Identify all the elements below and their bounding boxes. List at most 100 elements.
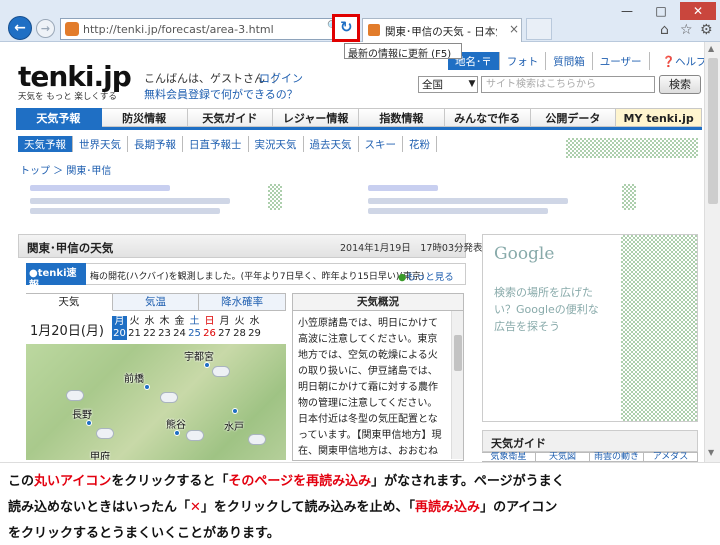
city-label[interactable]: 熊谷 — [166, 416, 186, 431]
subnav-ski[interactable]: スキー — [359, 136, 403, 152]
banner-ad-placeholder[interactable] — [566, 138, 698, 158]
tab-photo[interactable]: フォト — [500, 52, 547, 70]
issued-date: 2014年1月19日 17時03分発表 — [340, 243, 483, 254]
guide-tab[interactable]: アメダス — [644, 452, 698, 462]
free-registration-link[interactable]: 無料会員登録で何ができるの？ — [144, 86, 298, 102]
day-weekday: 水 — [144, 316, 155, 327]
flash-more-link[interactable]: ●もっと見る — [398, 269, 454, 283]
day-number: 23 — [158, 328, 171, 339]
window-close-button[interactable]: ✕ — [680, 2, 716, 20]
tab-qa[interactable]: 質問箱 — [546, 52, 593, 70]
ad-image-placeholder — [621, 235, 697, 421]
subnav-daily-forecaster[interactable]: 日直予報士 — [183, 136, 249, 152]
cloud-icon — [186, 430, 204, 441]
guide-tab[interactable]: 雨雲の動き — [590, 452, 644, 462]
day-column[interactable]: 水 22 — [142, 316, 157, 340]
search-button[interactable]: 検索 — [659, 75, 701, 94]
text-ad-title[interactable] — [368, 185, 438, 191]
weather-map[interactable]: 宇都宮 前橋 長野 熊谷 水戸 甲府 — [26, 344, 286, 460]
city-dot — [144, 384, 150, 390]
subnav-past[interactable]: 過去天気 — [304, 136, 359, 152]
subnav-forecast[interactable]: 天気予報 — [18, 136, 73, 152]
scroll-down-icon[interactable]: ▼ — [708, 448, 714, 457]
day-column[interactable]: 火 28 — [232, 316, 247, 340]
outlook-scrollbar[interactable] — [451, 311, 463, 459]
login-link[interactable]: ログイン — [259, 70, 303, 86]
chevron-down-icon[interactable]: ▼ — [466, 76, 478, 93]
city-label[interactable]: 長野 — [72, 406, 92, 421]
city-dot — [204, 362, 210, 368]
day-column[interactable]: 水 29 — [247, 316, 262, 340]
weather-guide-tabs: 気象衛星 天気図 雨雲の動き アメダス — [482, 452, 698, 462]
subnav-pollen[interactable]: 花粉 — [403, 136, 437, 152]
day-column[interactable]: 金 24 — [172, 316, 187, 340]
text-ad-body — [30, 198, 230, 204]
scrollbar-thumb[interactable] — [708, 58, 718, 204]
nav-open-data[interactable]: 公開データ — [530, 108, 617, 127]
guide-tab[interactable]: 気象衛星 — [482, 452, 536, 462]
flash-news-text[interactable]: 梅の開花(ハクバイ)を観測しました。(平年より7日早く、昨年より15日早い)(東… — [90, 269, 424, 282]
day-number: 20 — [113, 328, 126, 339]
day-number: 21 — [128, 328, 141, 339]
tab-close-icon[interactable]: × — [509, 22, 519, 36]
back-button[interactable]: ← — [8, 16, 32, 40]
refresh-button[interactable]: ↻ — [332, 14, 360, 42]
tab-weather[interactable]: 天気 — [26, 293, 113, 311]
day-column[interactable]: 木 23 — [157, 316, 172, 340]
city-label[interactable]: 前橋 — [124, 370, 144, 385]
nav-my-tenki[interactable]: MY tenki.jp — [616, 108, 702, 127]
favorites-star-icon[interactable]: ☆ — [680, 22, 693, 38]
window-minimize-button[interactable]: — — [612, 2, 642, 20]
weather-guide-header: 天気ガイド — [482, 430, 698, 452]
help-link[interactable]: ❓ヘルプ — [662, 54, 707, 69]
settings-gear-icon[interactable]: ⚙ — [700, 22, 713, 38]
site-logo[interactable]: tenki.jp — [18, 60, 132, 93]
outlook-box: 小笠原諸島では、明日にかけて高波に注意してください。東京地方では、空気の乾燥によ… — [292, 311, 464, 461]
nav-forecast[interactable]: 天気予報 — [16, 108, 102, 127]
tab-temperature[interactable]: 気温 — [112, 293, 200, 311]
nav-community[interactable]: みんなで作る — [444, 108, 531, 127]
page-scrollbar[interactable]: ▲ ▼ — [704, 42, 720, 462]
city-label[interactable]: 水戸 — [224, 418, 244, 433]
browser-toolbar: ← → http://tenki.jp/forecast/area-3.html… — [0, 0, 720, 42]
day-column[interactable]: 月 27 — [217, 316, 232, 340]
caption-line-2: 読み込めないときはいったん「✕」をクリックして読み込みを止め、「再読み込み」のア… — [8, 500, 558, 515]
city-label[interactable]: 甲府 — [90, 448, 110, 460]
nav-leisure[interactable]: レジャー情報 — [273, 108, 359, 127]
help-icon: ❓ — [662, 56, 676, 68]
day-column[interactable]: 日 26 — [202, 316, 217, 340]
scroll-up-icon[interactable]: ▲ — [708, 44, 714, 53]
ad-image-placeholder — [622, 184, 636, 210]
new-tab-button[interactable] — [526, 18, 552, 40]
forward-button[interactable]: → — [36, 19, 55, 38]
day-weekday: 月 — [114, 316, 125, 327]
tab-title: 関東･甲信の天気 - 日本気... — [385, 26, 497, 38]
window-maximize-button[interactable]: □ — [646, 2, 676, 20]
tab-precipitation[interactable]: 降水確率 — [199, 293, 287, 311]
refresh-icon: ↻ — [340, 18, 353, 36]
back-icon: ← — [14, 20, 26, 36]
nav-guide[interactable]: 天気ガイド — [187, 108, 274, 127]
google-ad-text: 検索の場所を広げたい？Googleの便利な広告を探そう — [494, 286, 599, 333]
nav-index[interactable]: 指数情報 — [359, 108, 445, 127]
day-column[interactable]: 土 25 — [187, 316, 202, 340]
site-search-input[interactable]: サイト検索はこちらから — [481, 76, 655, 93]
nav-disaster[interactable]: 防災情報 — [101, 108, 188, 127]
day-weekday: 日 — [204, 316, 215, 327]
home-icon[interactable]: ⌂ — [660, 22, 669, 38]
scrollbar-thumb[interactable] — [454, 335, 462, 371]
breadcrumb[interactable]: トップ ＞ 関東･甲信 — [20, 162, 111, 177]
tab-user[interactable]: ユーザー — [593, 52, 650, 70]
subnav-actual[interactable]: 実況天気 — [249, 136, 304, 152]
subnav-long-range[interactable]: 長期予報 — [128, 136, 183, 152]
subnav-world[interactable]: 世界天気 — [73, 136, 128, 152]
browser-tab[interactable]: 関東･甲信の天気 - 日本気... × — [362, 18, 522, 42]
text-ad-title[interactable] — [30, 185, 170, 191]
day-column[interactable]: 月 20 — [112, 316, 127, 340]
city-label[interactable]: 宇都宮 — [184, 348, 214, 363]
guide-tab[interactable]: 天気図 — [536, 452, 590, 462]
day-number: 25 — [188, 328, 201, 339]
text-ad-body — [368, 208, 548, 214]
day-column[interactable]: 火 21 — [127, 316, 142, 340]
address-bar[interactable]: http://tenki.jp/forecast/area-3.html 🔍▾ — [60, 18, 360, 40]
